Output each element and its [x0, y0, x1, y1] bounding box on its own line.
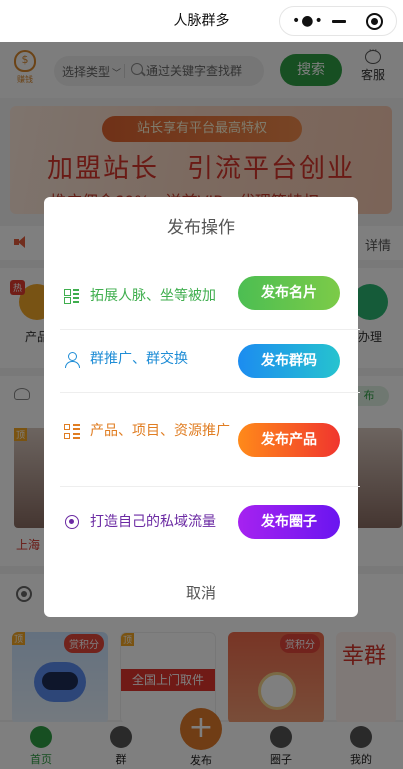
publish-product-button[interactable]: 发布产品	[238, 423, 340, 457]
row-label-text: 产品、项目、资源推广	[90, 423, 230, 439]
row-label: 产品、项目、资源推广	[64, 419, 234, 443]
row-label: 群推广、群交换	[64, 347, 234, 371]
cancel-button[interactable]: 取消	[44, 582, 358, 603]
publish-group-code-button[interactable]: 发布群码	[238, 344, 340, 378]
grid-list-icon	[64, 288, 80, 304]
publish-circle-button[interactable]: 发布圈子	[238, 505, 340, 539]
title-bar: 人脉群多 •●•	[0, 0, 403, 42]
publish-card-button[interactable]: 发布名片	[238, 276, 340, 310]
row-label: 打造自己的私域流量	[64, 510, 244, 534]
publish-action-dialog: 发布操作 拓展人脉、坐等被加 发布名片 群推广、群交换 发布群码 产品、项目、资…	[44, 197, 360, 617]
publish-row-product: 产品、项目、资源推广 发布产品	[60, 393, 360, 487]
list-icon	[64, 423, 80, 439]
more-options-icon[interactable]: •●•	[292, 13, 324, 29]
mini-program-capsule: •●•	[279, 6, 397, 36]
minimize-icon[interactable]	[332, 20, 346, 23]
target-icon	[64, 514, 80, 530]
row-label-text: 打造自己的私域流量	[90, 514, 216, 530]
publish-row-circle: 打造自己的私域流量 发布圈子	[64, 488, 340, 568]
dialog-title: 发布操作	[167, 218, 235, 238]
row-label-text: 拓展人脉、坐等被加	[90, 288, 216, 304]
person-icon	[64, 351, 80, 368]
row-label-text: 群推广、群交换	[90, 351, 188, 367]
row-label: 拓展人脉、坐等被加	[64, 284, 234, 308]
close-target-icon[interactable]	[366, 13, 383, 30]
divider	[60, 486, 360, 487]
